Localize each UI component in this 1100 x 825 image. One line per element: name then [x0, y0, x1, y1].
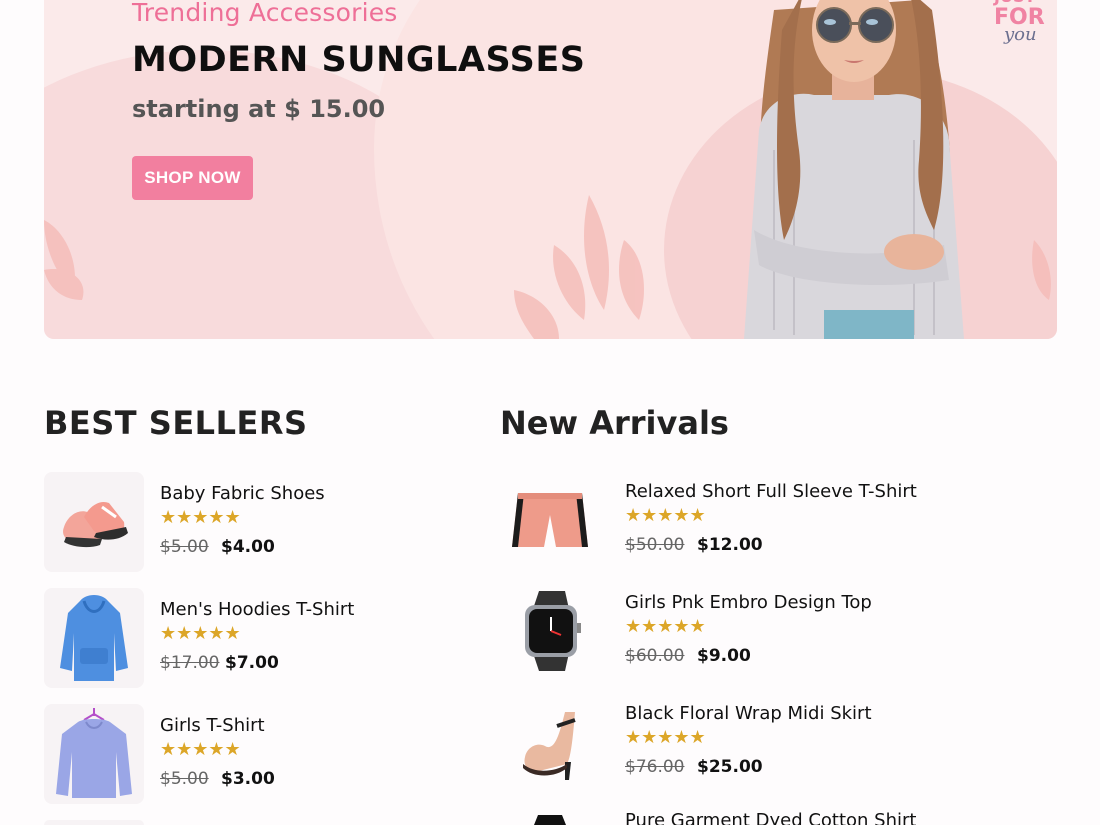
sale-price: $7.00 — [225, 653, 279, 673]
product-name[interactable]: Men's Hoodies T-Shirt — [160, 599, 354, 620]
svg-text:you: you — [1003, 24, 1037, 45]
rating-stars: ★★★★★ — [625, 505, 706, 526]
rating-stars: ★★★★★ — [625, 727, 706, 748]
product-thumbnail[interactable] — [500, 692, 600, 792]
hero-subtitle: starting at $ 15.00 — [132, 95, 386, 123]
shop-now-button[interactable]: SHOP NOW — [132, 156, 253, 200]
smartwatch-icon — [525, 591, 581, 671]
product-name[interactable]: Baby Fabric Shoes — [160, 483, 325, 504]
sale-price: $25.00 — [697, 757, 763, 777]
old-price: $76.00 — [625, 757, 685, 777]
old-price: $17.00 — [160, 653, 220, 673]
rating-stars: ★★★★★ — [160, 507, 241, 528]
hero-eyebrow: Trending Accessories — [132, 0, 398, 27]
product-name[interactable]: Pure Garment Dyed Cotton Shirt — [625, 810, 916, 825]
sale-price: $9.00 — [697, 646, 751, 666]
product-thumbnail[interactable] — [500, 581, 600, 681]
product-thumbnail[interactable] — [44, 820, 144, 825]
sale-price: $4.00 — [221, 537, 275, 557]
heel-shoe-icon — [523, 712, 576, 780]
old-price: $50.00 — [625, 535, 685, 555]
product-name[interactable]: Relaxed Short Full Sleeve T-Shirt — [625, 481, 917, 502]
product-thumbnail[interactable] — [44, 704, 144, 804]
hero-banner: Trending Accessories MODERN SUNGLASSES s… — [44, 0, 1057, 339]
product-name[interactable]: Girls T-Shirt — [160, 715, 265, 736]
product-name[interactable]: Girls Pnk Embro Design Top — [625, 592, 872, 613]
old-price: $5.00 — [160, 769, 209, 789]
old-price: $60.00 — [625, 646, 685, 666]
brand-logo: JUST FOR you — [993, 0, 1045, 45]
old-price: $5.00 — [160, 537, 209, 557]
rating-stars: ★★★★★ — [625, 616, 706, 637]
sale-price: $12.00 — [697, 535, 763, 555]
rating-stars: ★★★★★ — [160, 623, 241, 644]
product-thumbnail[interactable] — [500, 806, 600, 825]
shirt-icon — [534, 815, 566, 825]
sweater-icon — [56, 708, 132, 798]
product-thumbnail[interactable] — [44, 472, 144, 572]
model-image — [744, 0, 964, 339]
product-name[interactable]: Black Floral Wrap Midi Skirt — [625, 703, 872, 724]
sale-price: $3.00 — [221, 769, 275, 789]
product-thumbnail[interactable] — [500, 470, 600, 570]
hero-title: MODERN SUNGLASSES — [132, 40, 586, 80]
baby-shoes-icon — [63, 501, 128, 548]
rating-stars: ★★★★★ — [160, 739, 241, 760]
shorts-icon — [512, 493, 588, 547]
new-arrivals-heading: New Arrivals — [500, 404, 729, 442]
hoodie-icon — [60, 595, 128, 681]
product-thumbnail[interactable] — [44, 588, 144, 688]
best-sellers-heading: BEST SELLERS — [44, 404, 308, 442]
